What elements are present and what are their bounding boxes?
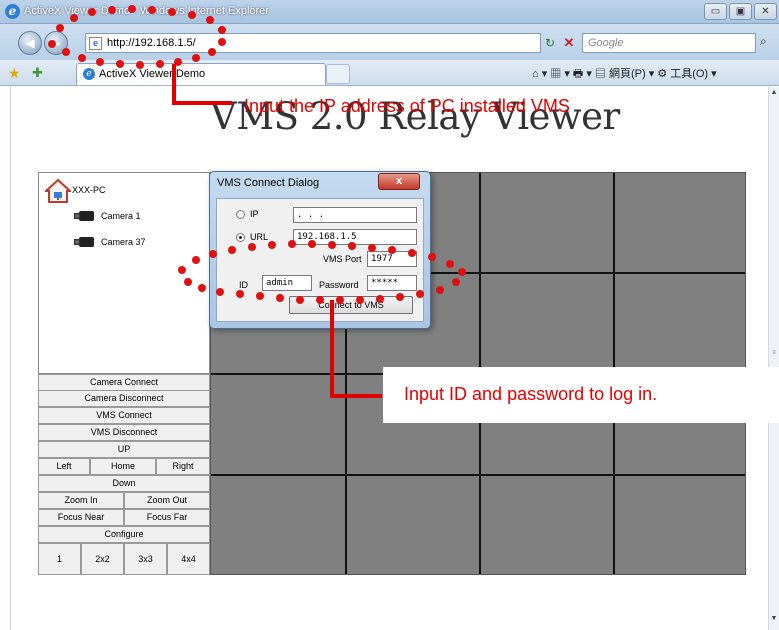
annotation-dots	[48, 5, 466, 304]
annotation-login-note: Input ID and password to log in.	[404, 384, 658, 404]
annotation-ip-note: Input the IP address of PC installed VMS	[244, 96, 570, 116]
annotation-overlay	[48, 5, 466, 398]
